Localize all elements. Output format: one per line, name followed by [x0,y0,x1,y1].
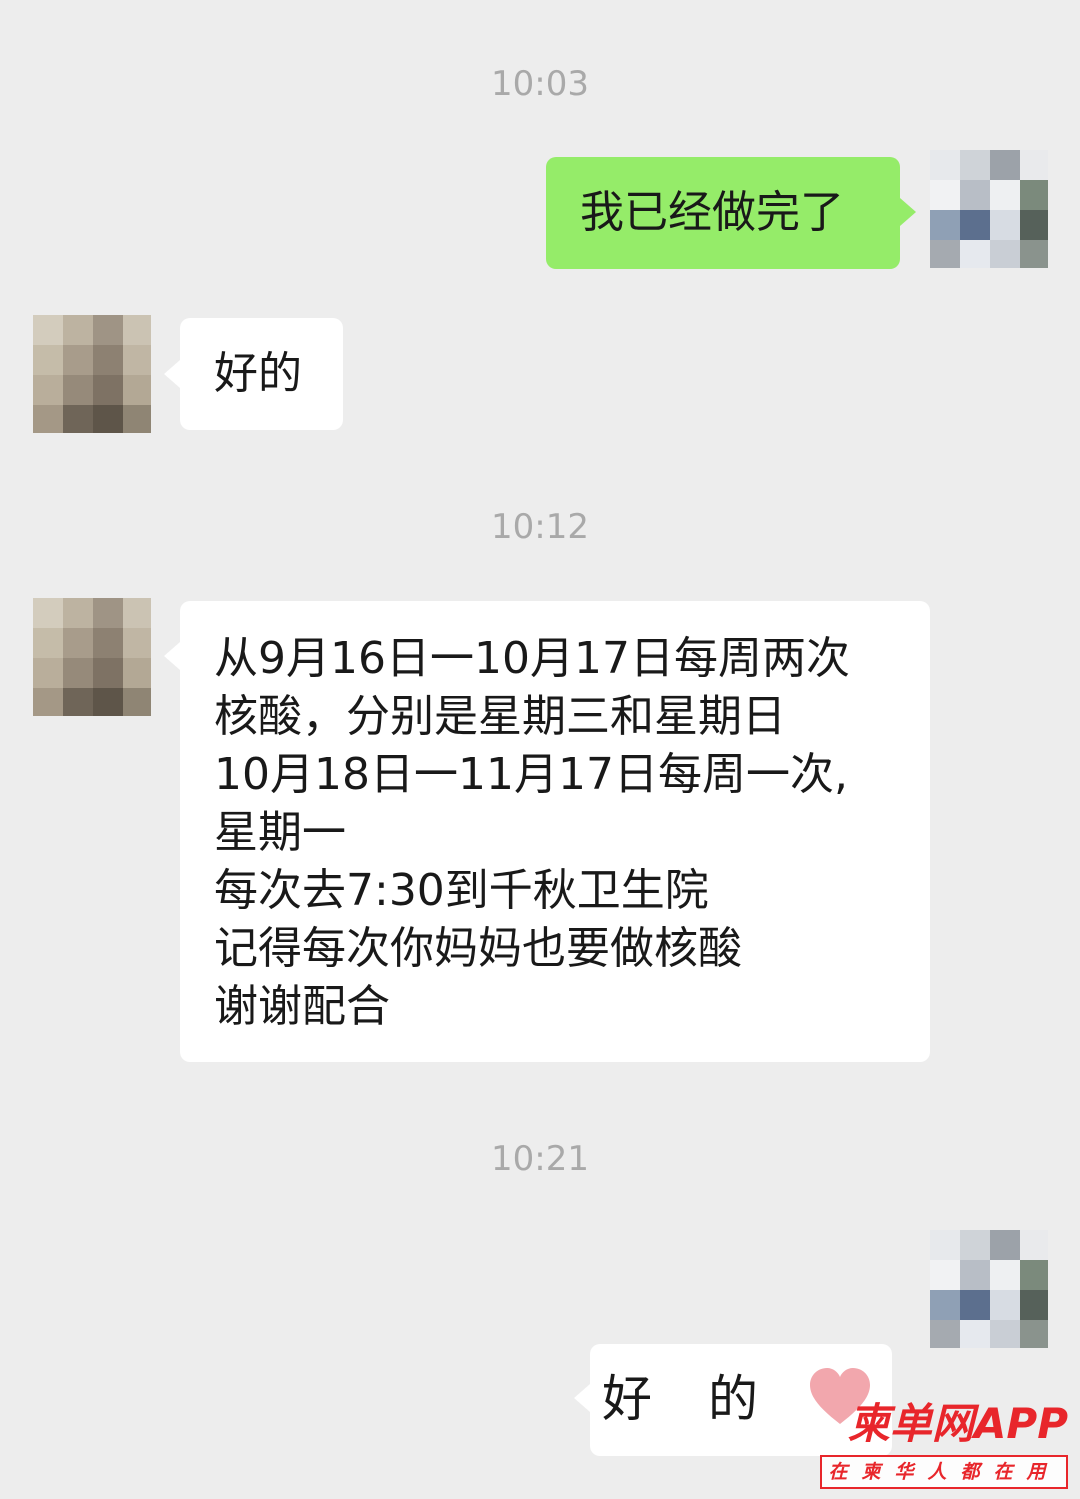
avatar-contact[interactable] [33,315,151,433]
message-text: 从9月16日一10月17日每周两次 核酸，分别是星期三和星期日 10月18日一1… [214,630,850,1036]
timestamp: 10:21 [491,1139,589,1179]
message-line: 谢谢配合 [214,981,390,1032]
watermark-tagline: 在柬华人都在用 [820,1455,1068,1489]
message-line: 10月18日一11月17日每周一次, [214,749,848,800]
avatar-self[interactable] [930,1230,1048,1348]
bubble-tail [900,198,916,226]
message-line: 核酸，分别是星期三和星期日 [214,691,786,742]
bubble-tail [574,1384,590,1412]
timestamp: 10:12 [491,507,589,547]
message-text: 好的 [602,1370,814,1428]
message-line: 从9月16日一10月17日每周两次 [214,633,850,684]
watermark-logo: 柬单网APP 在柬华人都在用 [818,1399,1068,1495]
timestamp: 10:03 [491,64,589,104]
watermark-brand: 柬单网APP [847,1399,1068,1448]
message-bubble-sent[interactable]: 我已经做完了 [546,157,900,269]
avatar-contact[interactable] [33,598,151,716]
message-text: 好的 [214,348,302,399]
message-bubble-received[interactable]: 好的 [180,318,343,430]
message-line: 星期一 [214,807,346,858]
avatar-self[interactable] [930,150,1048,268]
message-text: 我已经做完了 [580,187,844,238]
message-line: 每次去7:30到千秋卫生院 [214,865,709,916]
message-bubble-received[interactable]: 从9月16日一10月17日每周两次 核酸，分别是星期三和星期日 10月18日一1… [180,601,930,1062]
message-line: 记得每次你妈妈也要做核酸 [214,923,742,974]
bubble-tail [164,360,180,388]
bubble-tail [164,642,180,670]
